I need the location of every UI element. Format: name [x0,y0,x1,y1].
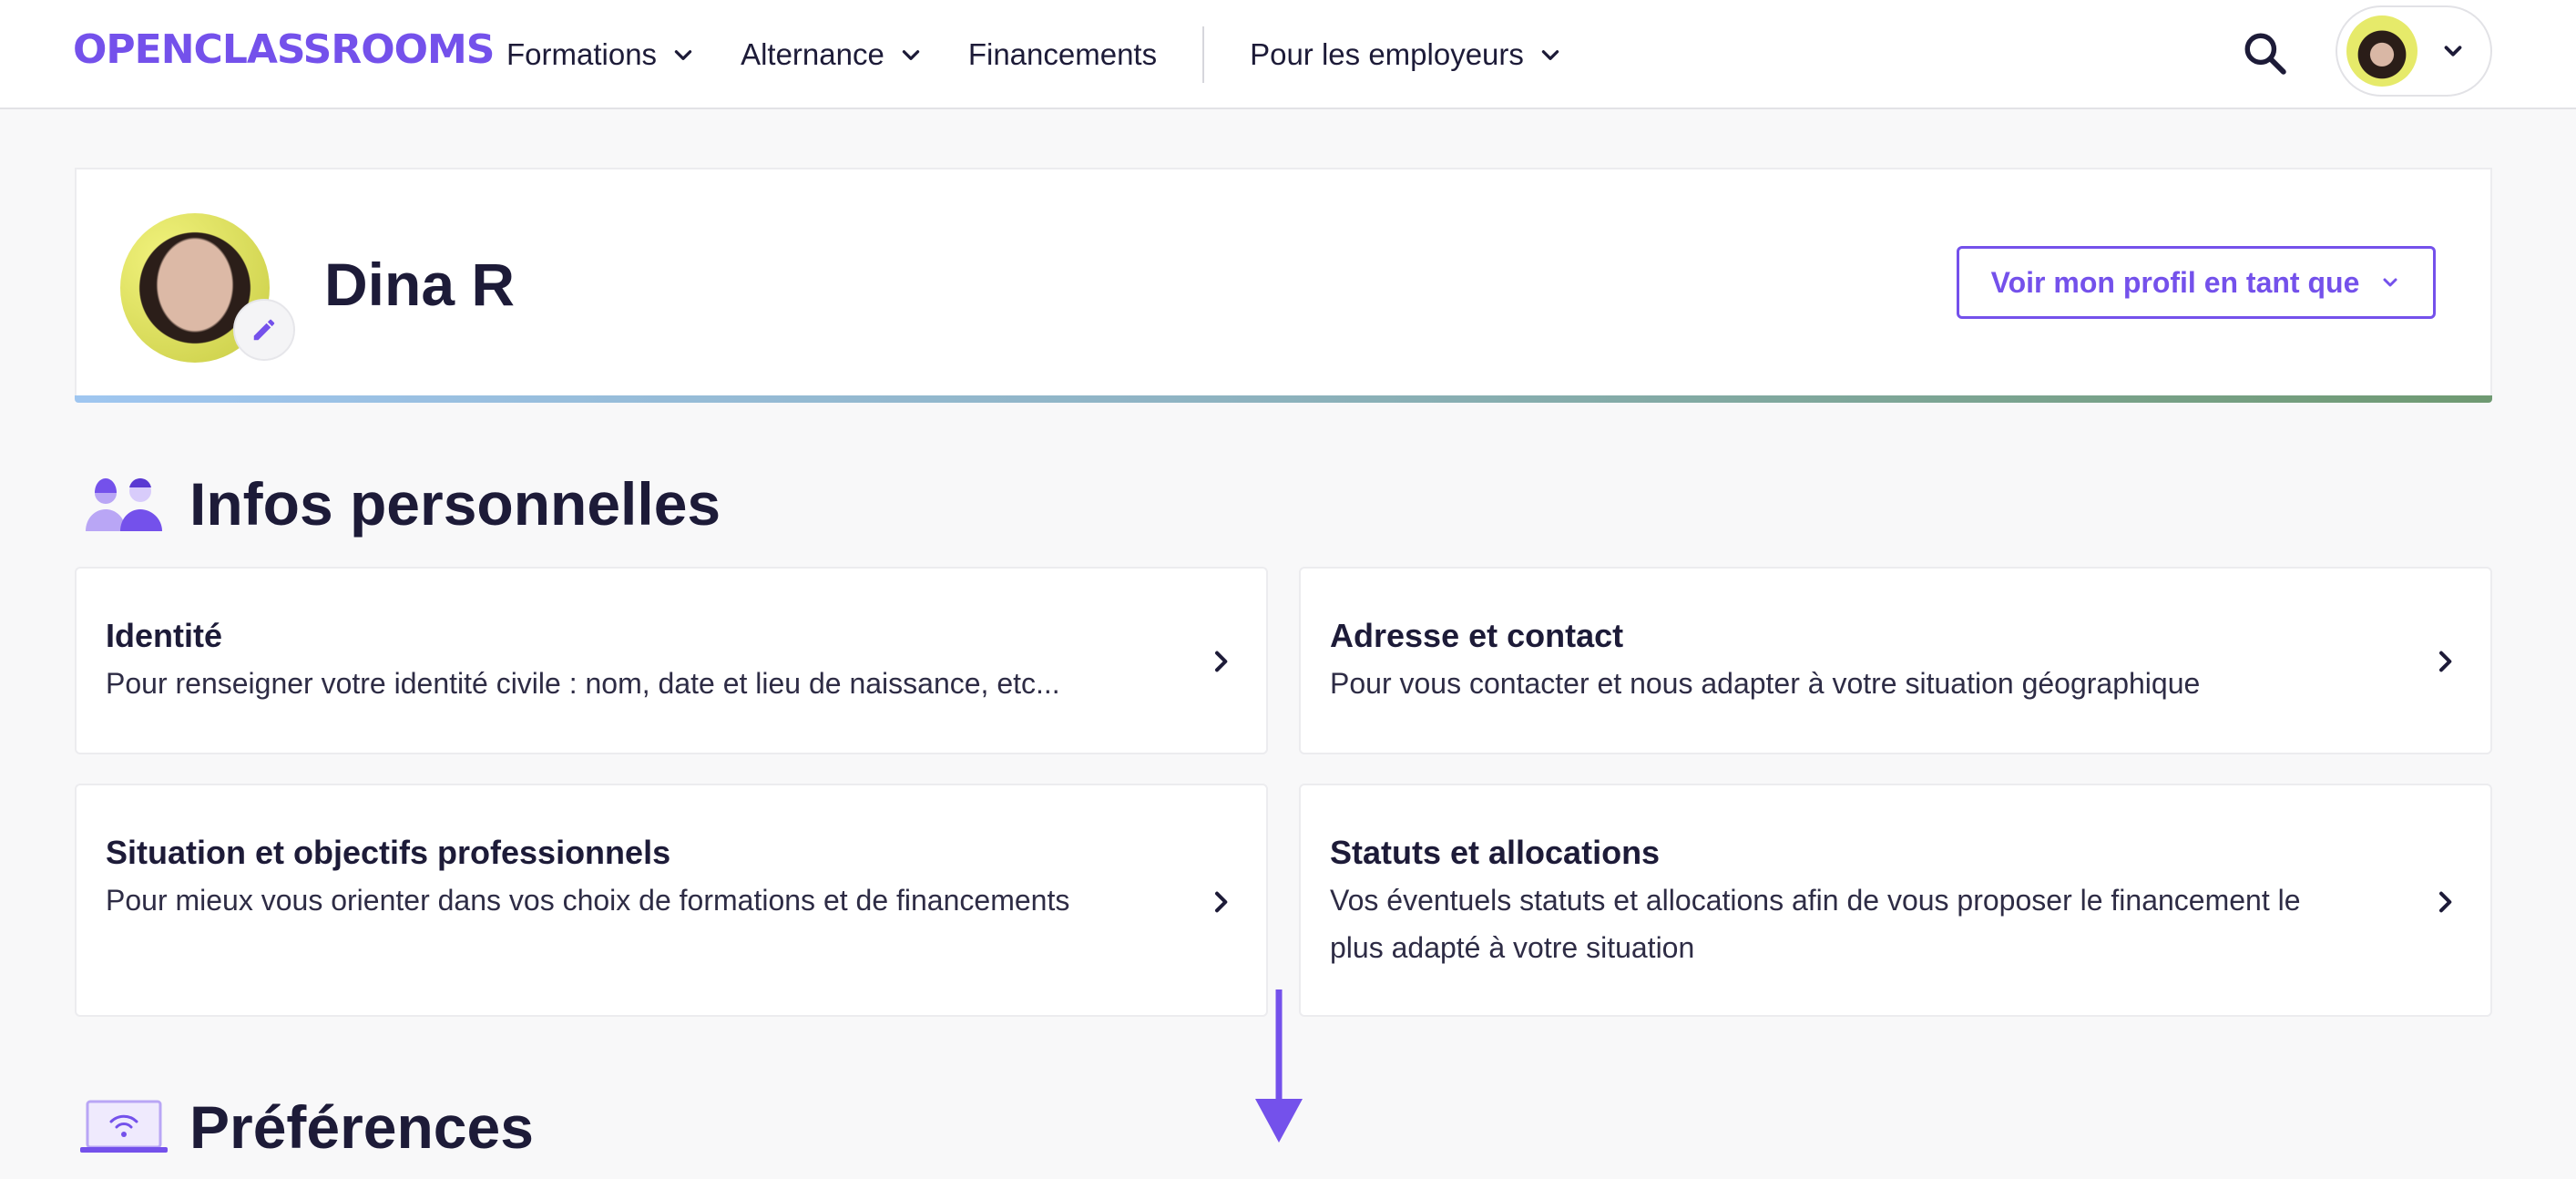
card-title: Adresse et contact [1330,617,1624,654]
nav-item-label: Financements [967,37,1158,71]
main-nav: Formations Alternance Financements Pour … [506,0,1608,109]
chevron-down-icon [1541,50,1559,60]
section-heading-infos-personnelles: Infos personnelles [78,463,721,545]
search-button[interactable] [2237,26,2292,80]
arrow-down-icon [1255,989,1303,1143]
nav-item-formations[interactable]: Formations [506,37,695,72]
card-description: Pour vous contacter et nous adapter à vo… [1330,667,2201,700]
card-title: Situation et objectifs professionnels [106,834,671,871]
chevron-right-icon [2439,651,2452,672]
card-description: Pour renseigner votre identité civile : … [106,667,1060,700]
laptop-wifi-icon [80,1100,168,1153]
nav-item-pour-les-employeurs[interactable]: Pour les employeurs [1250,37,1562,72]
nav-item-financements[interactable]: Financements [968,37,1157,72]
chevron-right-icon [1215,891,1228,913]
card-statuts-et-allocations[interactable]: Statuts et allocations Vos éventuels sta… [1299,784,2492,1017]
pencil-icon [253,319,275,341]
chevron-down-icon [2383,278,2397,287]
nav-item-label: Alternance [741,37,884,71]
nav-divider [1202,26,1205,83]
top-navigation-bar: OPENCLASSROOMS Formations Alternance Fin… [0,0,2576,109]
search-icon [2244,33,2286,75]
card-description: plus adapté à votre situation [1330,931,1695,964]
people-icon [86,478,162,531]
card-adresse-et-contact[interactable]: Adresse et contact Pour vous contacter e… [1299,567,2492,754]
avatar [2346,15,2418,87]
view-profile-as-label: Voir mon profil en tant que [1990,265,2360,299]
view-profile-as-button[interactable]: Voir mon profil en tant que [1957,246,2436,319]
openclassrooms-logo[interactable]: OPENCLASSROOMS [73,27,495,73]
chevron-down-icon [674,50,692,60]
card-description: Vos éventuels statuts et allocations afi… [1330,884,2301,917]
nav-item-alternance[interactable]: Alternance [741,37,923,72]
chevron-right-icon [1215,651,1228,672]
card-title: Statuts et allocations [1330,834,1661,871]
account-menu-button[interactable] [2336,5,2492,97]
profile-name: Dina R [324,251,516,318]
card-title: Identité [106,617,223,654]
nav-item-label: Formations [506,37,658,71]
card-identite[interactable]: Identité Pour renseigner votre identité … [75,567,1268,754]
chevron-down-icon [902,50,920,60]
section-title-text: Préférences [189,1093,534,1161]
edit-avatar-button[interactable] [233,299,295,361]
nav-item-label: Pour les employeurs [1250,37,1524,71]
profile-progress-bar [75,395,2492,403]
profile-card: Dina R Voir mon profil en tant que [75,168,2492,403]
chevron-down-icon [2444,46,2462,56]
chevron-right-icon [2439,891,2452,913]
section-title-text: Infos personnelles [189,470,721,538]
card-description: Pour mieux vous orienter dans vos choix … [106,884,1070,917]
card-situation-et-objectifs[interactable]: Situation et objectifs professionnels Po… [75,784,1268,1017]
section-heading-preferences: Préférences [78,1086,534,1168]
